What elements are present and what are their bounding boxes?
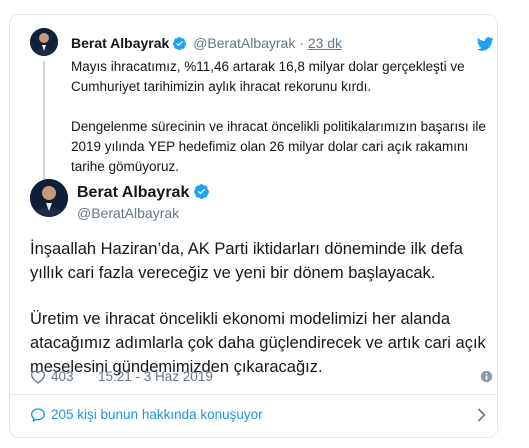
tweet-footer: 403 15:21 - 3 Haz 2019 <box>30 367 493 387</box>
verified-badge-icon <box>194 184 210 199</box>
tweet-card: Berat Albayrak @BeratAlbayrak · 23 dk Ma… <box>9 14 498 438</box>
main-paragraph: İnşaallah Haziran’da, AK Parti iktidarla… <box>30 240 463 282</box>
main-author-name-text[interactable]: Berat Albayrak <box>77 184 189 201</box>
heart-icon[interactable] <box>30 370 46 384</box>
twitter-bird-icon[interactable] <box>477 37 494 51</box>
speech-bubble-icon <box>31 408 45 422</box>
like-count[interactable]: 403 <box>51 367 74 387</box>
quoted-author-handle[interactable]: @BeratAlbayrak <box>193 35 295 51</box>
main-tweet-text: İnşaallah Haziran’da, AK Parti iktidarla… <box>30 237 495 379</box>
quoted-author-name[interactable]: Berat Albayrak <box>71 35 169 51</box>
quoted-paragraph: Dengelenme sürecinin ve ihracat öncelikl… <box>71 119 486 174</box>
quoted-tweet-avatar[interactable] <box>30 28 58 56</box>
footer-divider <box>10 394 497 395</box>
chevron-right-icon[interactable] <box>477 408 486 422</box>
main-author-name[interactable]: Berat Albayrak <box>77 183 212 202</box>
conversation-label[interactable]: 205 kişi bunun hakkında konuşuyor <box>51 404 263 426</box>
info-icon[interactable] <box>480 370 493 383</box>
conversation-link[interactable]: 205 kişi bunun hakkında konuşuyor <box>30 404 486 426</box>
main-tweet-avatar[interactable] <box>30 179 68 217</box>
main-author-handle[interactable]: @BeratAlbayrak <box>77 205 179 221</box>
thread-connector-line <box>43 61 45 187</box>
quoted-tweet-header: Berat Albayrak @BeratAlbayrak · 23 dk <box>71 35 342 51</box>
header-separator: · <box>299 35 304 51</box>
tweet-timestamp[interactable]: 15:21 - 3 Haz 2019 <box>98 367 213 387</box>
verified-badge-icon <box>173 36 187 51</box>
quoted-tweet-text: Mayıs ihracatımız, %11,46 artarak 16,8 m… <box>71 57 491 177</box>
quoted-paragraph: Mayıs ihracatımız, %11,46 artarak 16,8 m… <box>71 59 465 94</box>
quoted-tweet-time[interactable]: 23 dk <box>308 35 342 51</box>
